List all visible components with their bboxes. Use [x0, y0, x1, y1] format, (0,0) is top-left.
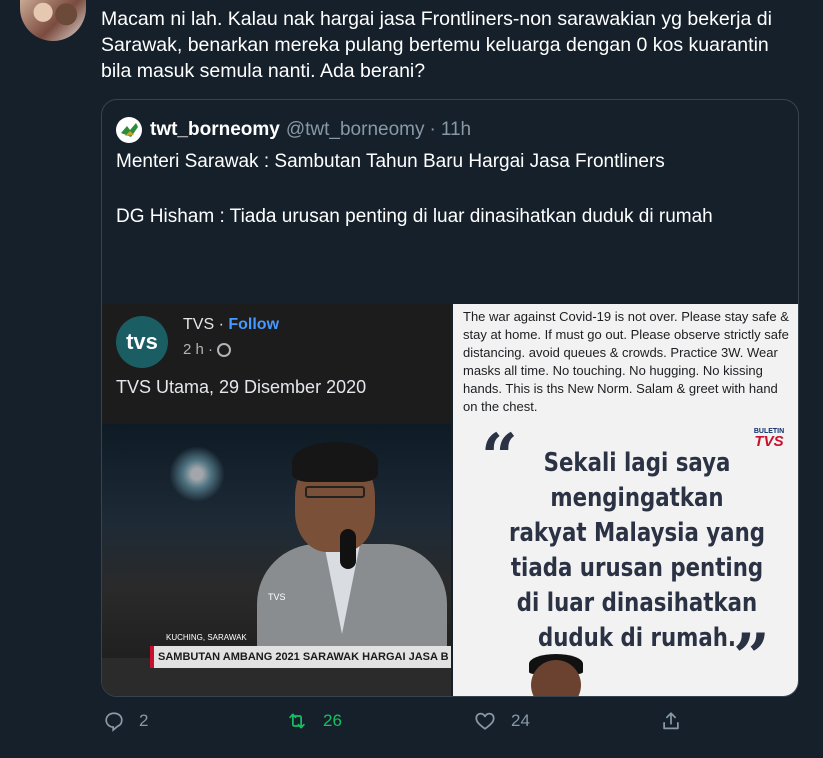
tvs-post-time: 2 h ·	[183, 341, 214, 358]
share-icon	[663, 712, 679, 730]
share-button[interactable]	[660, 710, 682, 732]
retweet-button[interactable]: 26	[285, 710, 342, 732]
quote-line: rakyat Malaysia yang	[508, 518, 766, 548]
tvs-name-text: TVS	[183, 316, 215, 333]
quoted-tweet[interactable]: twt_borneomy @twt_borneomy · 11h Menteri…	[101, 99, 799, 697]
tvs-caption: TVS Utama, 29 Disember 2020	[116, 377, 367, 397]
news-photo: TVS KUCHING, SARAWAK SAMBUTAN AMBANG 202…	[102, 424, 451, 696]
tvs-follow-text: Follow	[228, 316, 280, 333]
tvs-logo: tvs	[116, 316, 168, 368]
quoted-tweet-header: twt_borneomy @twt_borneomy · 11h	[116, 115, 471, 145]
globe-icon	[217, 342, 232, 357]
media-image-notice[interactable]: The war against Covid-19 is not over. Pl…	[453, 304, 798, 696]
mic-brand-label: TVS	[268, 592, 286, 602]
quoted-display-name[interactable]: twt_borneomy	[150, 119, 280, 141]
like-button[interactable]: 24	[473, 710, 530, 732]
separator-dot: ·	[429, 119, 436, 140]
quote-line: tiada urusan penting	[510, 553, 764, 583]
quote-line: duduk di rumah.	[537, 623, 737, 653]
news-ticker: SAMBUTAN AMBANG 2021 SARAWAK HARGAI JASA…	[150, 646, 451, 668]
microphone	[340, 529, 356, 569]
tvs-post-meta: 2 h ·	[183, 341, 232, 358]
quoted-avatar[interactable]	[116, 117, 142, 143]
news-location: KUCHING, SARAWAK	[166, 633, 247, 642]
reply-count: 2	[139, 711, 149, 730]
reply-button[interactable]: 2	[103, 710, 148, 732]
quote-line: di luar dinasihatkan	[516, 588, 758, 618]
retweet-count: 26	[323, 711, 342, 730]
borneo-logo-icon	[121, 123, 138, 137]
covid-notice-text: The war against Covid-19 is not over. Pl…	[463, 309, 789, 414]
heart-icon	[475, 712, 495, 730]
dg-quote: Sekali lagi saya mengingatkan rakyat Mal…	[506, 446, 768, 656]
quoted-handle[interactable]: @twt_borneomy	[286, 119, 425, 141]
quote-line: mengingatkan	[550, 483, 724, 513]
tvs-dot: ·	[218, 316, 224, 333]
speaker-hair	[292, 442, 378, 482]
quoted-line-2: DG Hisham : Tiada urusan penting di luar…	[116, 206, 713, 227]
quoted-line-1: Menteri Sarawak : Sambutan Tahun Baru Ha…	[116, 151, 665, 172]
tvs-page-name: TVS · Follow	[183, 316, 279, 334]
retweet-icon	[289, 713, 305, 729]
tweet-actions: 2 26 24	[0, 706, 823, 746]
like-count: 24	[511, 711, 530, 730]
stage-lights	[162, 444, 232, 504]
author-avatar[interactable]	[20, 0, 86, 41]
close-quote-icon: ”	[733, 620, 770, 695]
reply-icon	[105, 712, 123, 732]
speaker-glasses	[305, 486, 365, 498]
quoted-media[interactable]: tvs TVS · Follow 2 h · TVS Utama, 29 Dis…	[102, 304, 798, 696]
quoted-timestamp[interactable]: 11h	[441, 119, 471, 141]
media-image-tvs[interactable]: tvs TVS · Follow 2 h · TVS Utama, 29 Dis…	[102, 304, 451, 696]
tweet-text: Macam ni lah. Kalau nak hargai jasa Fron…	[101, 8, 772, 82]
quote-line: Sekali lagi saya	[543, 448, 731, 478]
